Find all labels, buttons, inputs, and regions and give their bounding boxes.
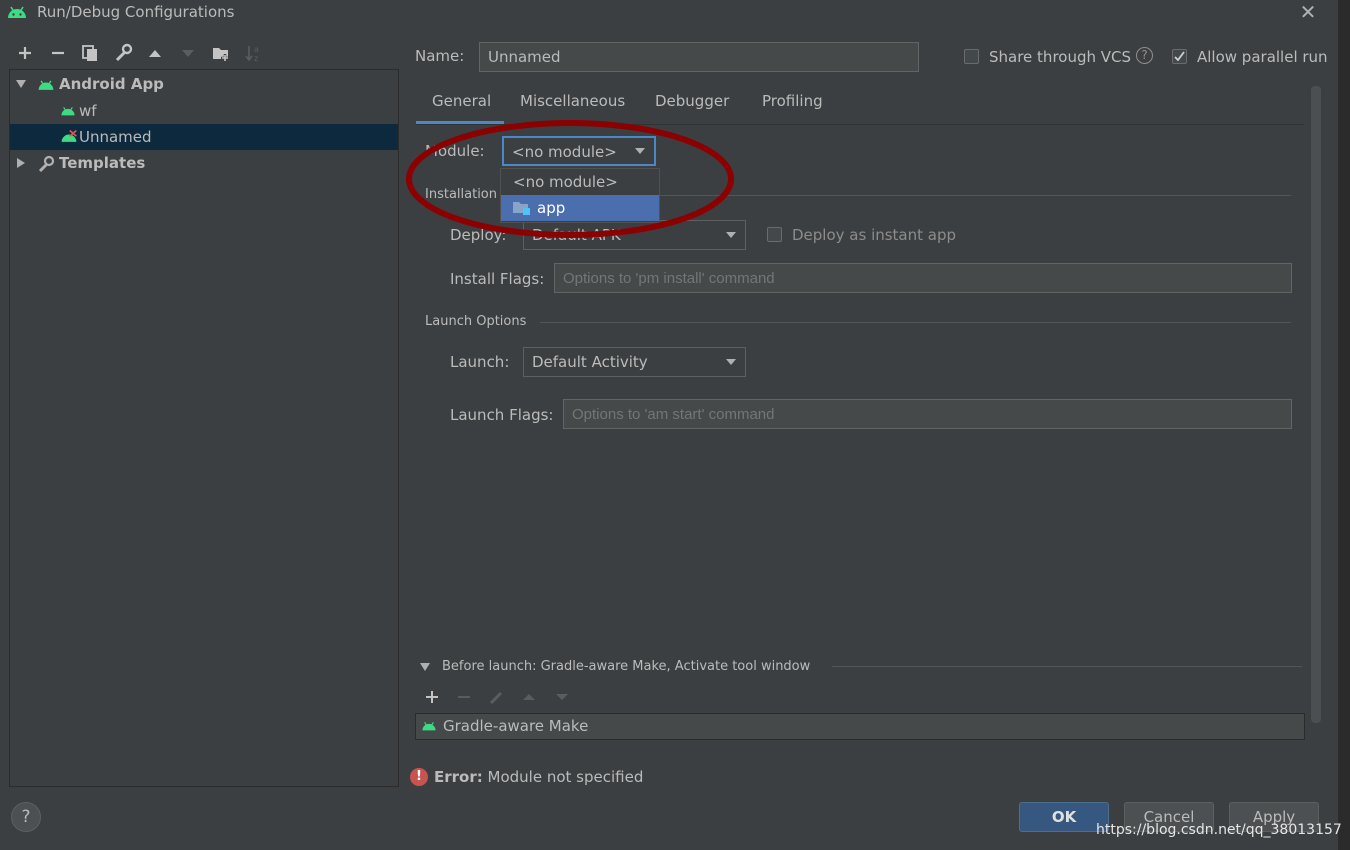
tree-item-label: Templates xyxy=(59,154,146,172)
sort-icon: az xyxy=(244,43,264,63)
task-gradle-make[interactable]: Gradle-aware Make xyxy=(443,717,588,735)
launch-section-title: Launch Options xyxy=(425,314,527,329)
error-text: Module not specified xyxy=(487,768,644,786)
launch-divider xyxy=(540,322,1291,323)
help-icon[interactable]: ? xyxy=(1136,47,1153,64)
edit-task-icon xyxy=(488,688,506,706)
android-error-icon xyxy=(60,130,78,144)
tree-item-label: Android App xyxy=(59,75,164,93)
allow-parallel-label: Allow parallel run xyxy=(1197,48,1328,66)
close-icon[interactable]: ✕ xyxy=(1298,2,1318,23)
launch-dropdown[interactable]: Default Activity xyxy=(523,347,746,377)
android-icon xyxy=(37,78,55,92)
annotation-ellipse xyxy=(406,120,734,238)
share-vcs-label: Share through VCS xyxy=(989,48,1132,66)
remove-icon[interactable] xyxy=(48,43,68,63)
error-icon: ! xyxy=(410,768,428,786)
android-icon xyxy=(421,720,437,732)
tree-item-unnamed[interactable]: Unnamed xyxy=(10,124,398,150)
install-flags-input[interactable] xyxy=(554,263,1292,293)
vertical-scrollbar[interactable] xyxy=(1311,86,1321,723)
move-task-up-icon xyxy=(520,688,538,706)
new-folder-icon[interactable] xyxy=(211,43,231,63)
title-bar: Run/Debug Configurations ✕ xyxy=(0,0,1350,26)
background-window-edge xyxy=(1338,0,1350,850)
add-icon[interactable] xyxy=(15,43,35,63)
help-button[interactable]: ? xyxy=(11,802,41,832)
svg-text:a: a xyxy=(254,45,259,54)
share-vcs-checkbox[interactable] xyxy=(964,49,979,64)
svg-text:z: z xyxy=(254,54,258,63)
error-message: Error: Module not specified xyxy=(434,768,643,786)
window-title: Run/Debug Configurations xyxy=(37,3,235,21)
chevron-down-icon xyxy=(726,359,736,365)
tree-item-wf[interactable]: wf xyxy=(10,98,398,124)
allow-parallel-checkbox[interactable] xyxy=(1172,49,1187,64)
android-icon xyxy=(60,105,76,117)
install-flags-label: Install Flags: xyxy=(450,270,545,288)
name-label: Name: xyxy=(415,47,465,65)
error-prefix: Error: xyxy=(434,768,483,786)
expand-arrow-icon[interactable] xyxy=(15,78,27,90)
instant-app-checkbox[interactable] xyxy=(767,227,782,242)
configuration-tree: Android App wf Unnamed Templates xyxy=(9,69,399,787)
before-launch-title: Before launch: Gradle-aware Make, Activa… xyxy=(442,659,811,674)
android-icon xyxy=(6,4,28,20)
installation-divider xyxy=(660,195,1291,196)
launch-label: Launch: xyxy=(450,353,510,371)
wrench-icon xyxy=(37,155,55,173)
move-up-icon[interactable] xyxy=(145,43,165,63)
tree-item-label: wf xyxy=(79,102,97,120)
launch-flags-label: Launch Flags: xyxy=(450,406,554,424)
launch-flags-input[interactable] xyxy=(563,399,1292,429)
launch-value: Default Activity xyxy=(532,353,648,371)
move-task-down-icon xyxy=(553,688,571,706)
tree-item-templates[interactable]: Templates xyxy=(10,150,398,176)
watermark-text: https://blog.csdn.net/qq_38013157 xyxy=(1096,822,1342,838)
add-task-icon[interactable] xyxy=(423,688,441,706)
name-field[interactable]: Unnamed xyxy=(479,42,919,72)
before-launch-task-list: Gradle-aware Make xyxy=(415,713,1305,740)
move-down-icon xyxy=(178,43,198,63)
tree-item-label: Unnamed xyxy=(79,128,152,146)
remove-task-icon xyxy=(455,688,473,706)
instant-app-label: Deploy as instant app xyxy=(792,226,957,244)
before-launch-toggle-icon[interactable] xyxy=(419,662,431,672)
wrench-icon[interactable] xyxy=(113,43,133,63)
tab-profiling[interactable]: Profiling xyxy=(762,92,823,120)
copy-icon[interactable] xyxy=(80,43,100,63)
before-launch-divider xyxy=(832,666,1302,667)
collapse-arrow-icon[interactable] xyxy=(15,157,27,169)
